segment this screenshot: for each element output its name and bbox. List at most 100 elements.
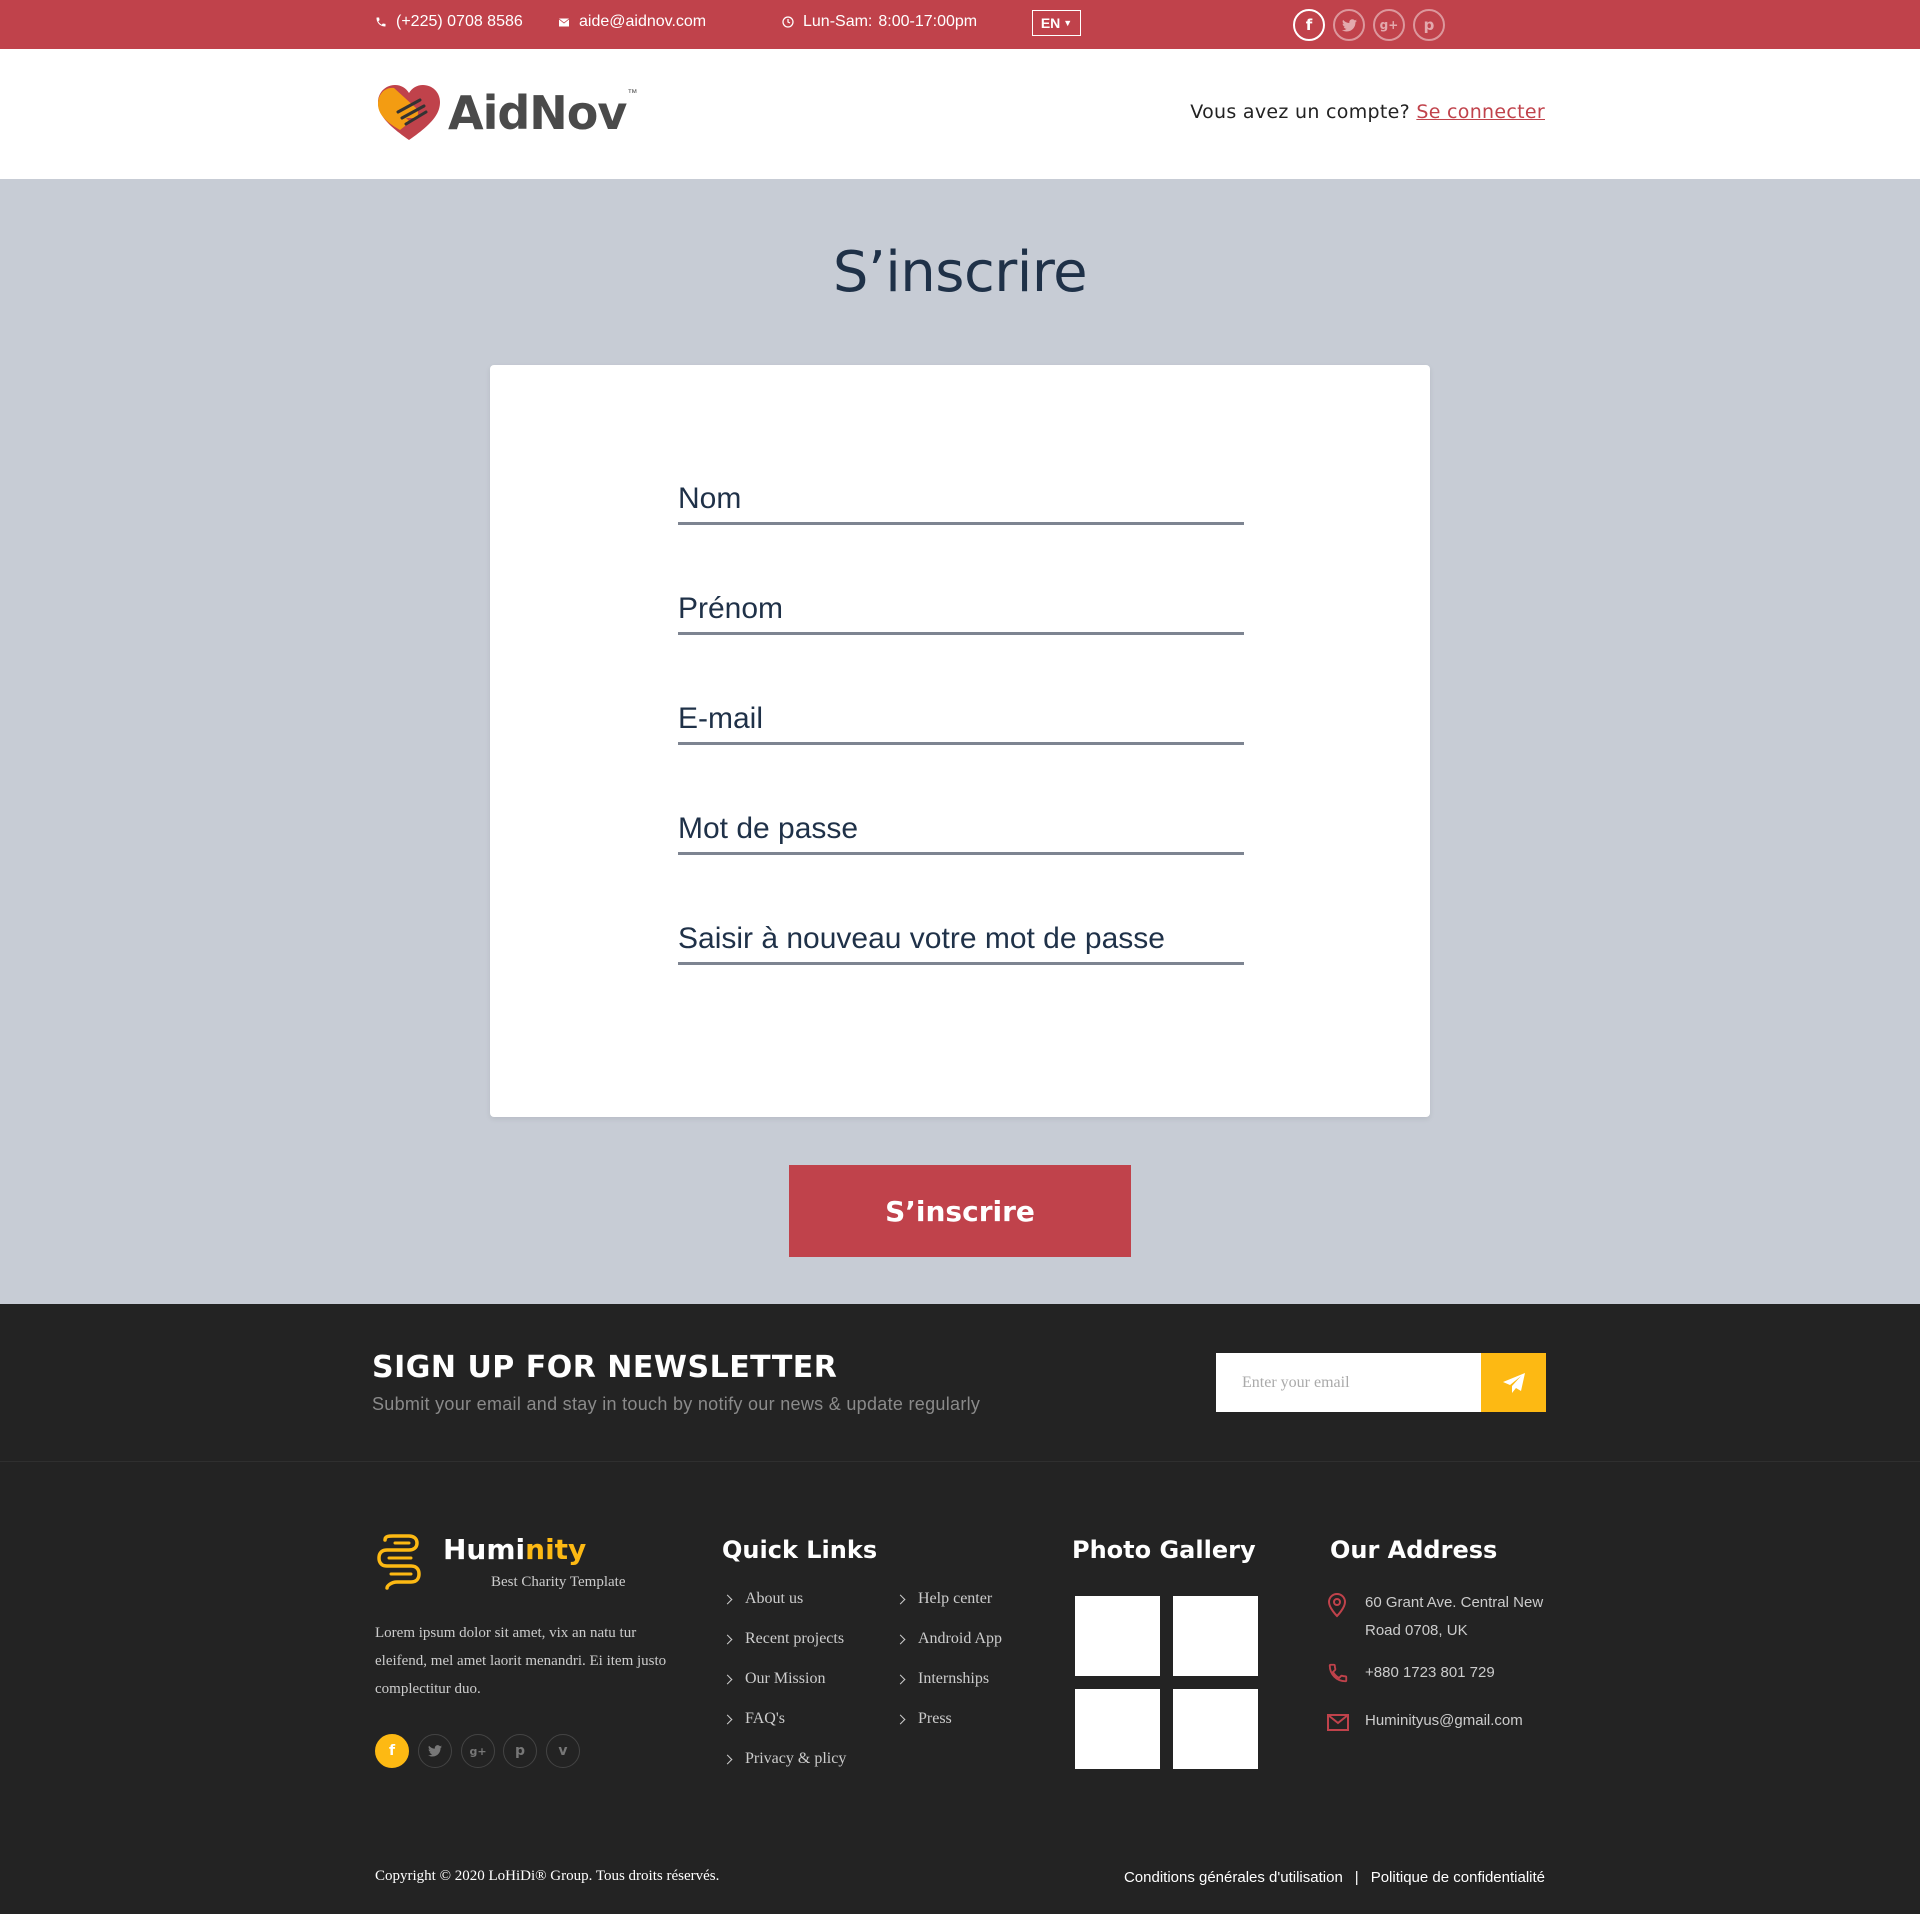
newsletter-section: SIGN UP FOR NEWSLETTER Submit your email… [0,1304,1920,1462]
chevron-right-icon [722,1754,733,1764]
footer-link-internships[interactable]: Internships [895,1670,990,1688]
topbar-hours: Lun-Sam: 8:00-17:00pm [782,0,977,44]
last-name-input[interactable] [678,465,1244,522]
footer-link-android-app[interactable]: Android App [895,1630,1002,1648]
footer-link-label: Help center [918,1590,993,1607]
brand-name-part-b: nity [525,1533,587,1566]
twitter-icon[interactable] [418,1734,452,1768]
facebook-icon[interactable]: f [375,1734,409,1768]
quick-links-title: Quick Links [722,1536,878,1564]
chevron-right-icon [895,1714,906,1724]
footer-link-label: Internships [918,1670,990,1687]
newsletter-submit-button[interactable] [1481,1353,1546,1412]
google-plus-icon[interactable]: g+ [461,1734,495,1768]
gallery-thumbnail[interactable] [1173,1596,1258,1676]
our-address-title: Our Address [1330,1536,1498,1564]
phone-icon [1328,1663,1348,1683]
footer-email[interactable]: Huminityus@gmail.com [1365,1707,1565,1735]
footer-phone[interactable]: +880 1723 801 729 [1365,1659,1565,1687]
footer-link-label: FAQ's [745,1710,785,1727]
footer-link-label: Privacy & plicy [745,1750,847,1767]
gallery-thumbnail[interactable] [1173,1689,1258,1769]
email-field[interactable] [678,685,1244,745]
privacy-link[interactable]: Politique de confidentialité [1371,1869,1545,1886]
topbar-phone[interactable]: (+225) 0708 8586 [375,0,523,44]
footer-link-label: About us [745,1590,804,1607]
login-link[interactable]: Se connecter [1416,101,1545,123]
caret-down-icon: ▼ [1063,18,1073,28]
footer-link-label: Press [918,1710,952,1727]
photo-gallery-title: Photo Gallery [1072,1536,1256,1564]
pinterest-icon[interactable]: p [1413,9,1445,41]
brand-name-part-a: Humi [443,1533,526,1566]
gallery-thumbnail[interactable] [1075,1689,1160,1769]
confirm-password-field[interactable] [678,905,1244,965]
copyright: Copyright © 2020 LoHiDi® Group. Tous dro… [375,1868,720,1884]
footer-link-faq[interactable]: FAQ's [722,1710,785,1728]
logo-text: AidNov [448,86,627,140]
gallery-thumbnail[interactable] [1075,1596,1160,1676]
vimeo-icon[interactable]: v [546,1734,580,1768]
topbar-hours-value: 8:00-17:00pm [878,13,978,30]
chevron-right-icon [895,1634,906,1644]
aidnov-logo[interactable]: AidNov ™ [376,82,637,144]
paper-plane-icon [1502,1372,1525,1393]
map-pin-icon [1327,1592,1347,1618]
topbar-phone-text: (+225) 0708 8586 [396,13,523,30]
footer-link-press[interactable]: Press [895,1710,952,1728]
legal-separator: | [1354,1869,1359,1886]
footer-link-recent-projects[interactable]: Recent projects [722,1630,845,1648]
last-name-field[interactable] [678,465,1244,525]
site-footer: Huminity Best Charity Template Lorem ips… [0,1462,1920,1914]
account-prompt: Vous avez un compte? Se connecter [1190,101,1545,123]
envelope-icon [1327,1714,1349,1731]
twitter-icon[interactable] [1333,9,1365,41]
footer-link-label: Our Mission [745,1670,826,1687]
language-selector[interactable]: EN ▼ [1032,10,1081,36]
chevron-right-icon [722,1634,733,1644]
footer-brand-name: Huminity [443,1534,586,1566]
signup-form-card [490,365,1430,1117]
terms-link[interactable]: Conditions générales d'utilisation [1124,1869,1343,1886]
confirm-password-input[interactable] [678,905,1244,962]
topbar-email[interactable]: aide@aidnov.com [558,0,706,44]
page-title: S’inscrire [832,240,1088,305]
phone-icon [375,16,387,28]
chevron-right-icon [895,1674,906,1684]
footer-link-privacy[interactable]: Privacy & plicy [722,1750,847,1768]
facebook-icon[interactable]: f [1293,9,1325,41]
password-field[interactable] [678,795,1244,855]
heart-hands-logo-icon [378,85,440,140]
newsletter-title: SIGN UP FOR NEWSLETTER [372,1350,838,1385]
legal-links: Conditions générales d'utilisation | Pol… [1124,1869,1545,1886]
footer-brand-text: Huminity Best Charity Template [423,1534,625,1591]
site-header: AidNov ™ Vous avez un compte? Se connecte… [0,49,1920,179]
footer-link-help-center[interactable]: Help center [895,1590,993,1608]
footer-link-about[interactable]: About us [722,1590,804,1608]
footer-link-label: Android App [918,1630,1002,1647]
signup-submit-button[interactable]: S’inscrire [789,1165,1131,1257]
first-name-field[interactable] [678,575,1244,635]
logo-trademark: ™ [627,87,638,99]
footer-brand-tagline: Best Charity Template [491,1574,626,1590]
pinterest-icon[interactable]: p [503,1734,537,1768]
footer-brand[interactable]: Huminity Best Charity Template [375,1534,625,1591]
account-prompt-text: Vous avez un compte? [1190,101,1411,123]
google-plus-icon[interactable]: g+ [1373,9,1405,41]
topbar-email-text: aide@aidnov.com [579,13,707,30]
footer-link-label: Recent projects [745,1630,845,1647]
first-name-input[interactable] [678,575,1244,632]
huminity-logo-icon [377,1534,421,1590]
footer-address: 60 Grant Ave. Central New Road 0708, UK [1365,1594,1544,1639]
newsletter-email-input[interactable] [1216,1353,1481,1412]
chevron-right-icon [722,1714,733,1724]
footer-link-our-mission[interactable]: Our Mission [722,1670,826,1688]
email-input[interactable] [678,685,1244,742]
chevron-right-icon [722,1674,733,1684]
topbar-hours-label: Lun-Sam: [803,13,873,30]
clock-icon [782,16,794,28]
password-input[interactable] [678,795,1244,852]
footer-about-text: Lorem ipsum dolor sit amet, vix an natu … [375,1625,667,1697]
chevron-right-icon [895,1594,906,1604]
language-label: EN [1040,15,1061,31]
